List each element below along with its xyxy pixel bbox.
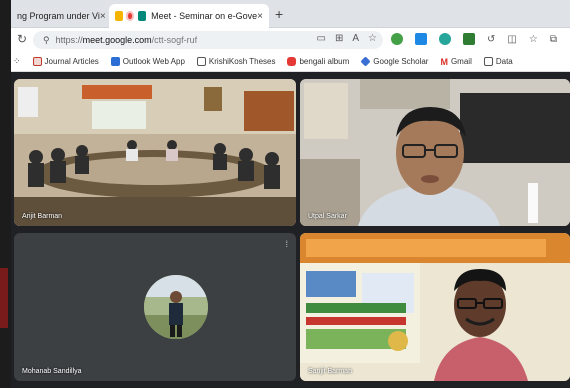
- url-path: /ctt-sogf-ruf: [151, 35, 198, 45]
- participant-name: Mohanab Sandillya: [22, 368, 82, 375]
- url-scheme: https://: [55, 35, 83, 45]
- collections-icon[interactable]: ⧉: [550, 34, 557, 45]
- extension-square-icon[interactable]: [463, 33, 475, 45]
- bookmark-label: Google Scholar: [373, 57, 429, 66]
- participant-name: Utpal Sarkar: [308, 213, 347, 220]
- bookmark-bengali-album[interactable]: bengali album: [287, 57, 349, 66]
- tab-title: ng Program under Vi: [17, 11, 100, 21]
- participant-tile[interactable]: Utpal Sarkar: [300, 79, 570, 226]
- apps-icon[interactable]: ⁘: [13, 56, 21, 67]
- bookmark-journal-articles[interactable]: Journal Articles: [32, 57, 99, 66]
- mic-status-icon: ⁞: [285, 239, 288, 249]
- split-screen-icon[interactable]: ◫: [507, 34, 516, 45]
- close-tab-icon[interactable]: ×: [257, 11, 263, 22]
- meet-icon: [138, 11, 147, 21]
- reload-icon[interactable]: ↻: [17, 32, 27, 46]
- bookmark-label: Data: [495, 57, 513, 66]
- participant-tile[interactable]: ⁞ Mohanab Sandillya: [14, 233, 296, 381]
- tab-title: Meet - Seminar on e-Gove: [151, 11, 258, 21]
- screen: { "browser": { "tabs": [ {"title": "ng P…: [0, 0, 570, 388]
- bookmark-label: Gmail: [450, 57, 472, 66]
- sheets-icon: [115, 11, 123, 21]
- favorites-icon[interactable]: ☆: [529, 34, 538, 45]
- bookmark-gmail[interactable]: M Gmail: [440, 57, 471, 67]
- site-info-icon[interactable]: ⚲: [43, 35, 50, 46]
- bookmark-label: KrishiKosh Theses: [208, 57, 276, 66]
- participant-tile[interactable]: Arijit Barman: [14, 79, 296, 226]
- close-tab-icon[interactable]: ×: [100, 11, 106, 22]
- conference-room-video: [14, 79, 296, 226]
- background-window-strip: [0, 0, 11, 388]
- gmail-icon: M: [440, 56, 448, 67]
- tab-bar: ng Program under Vi × Meet - Seminar on …: [11, 0, 570, 28]
- browser-toolbar: ↻ ⚲ https://meet.google.com/ctt-sogf-ruf…: [11, 28, 570, 52]
- extension-blue-icon[interactable]: [415, 33, 427, 45]
- bookmark-google-scholar[interactable]: Google Scholar: [360, 56, 429, 67]
- outlook-icon: [110, 57, 120, 66]
- url-domain: meet.google.com: [82, 35, 152, 45]
- tab-training-program[interactable]: ng Program under Vi ×: [11, 4, 107, 28]
- read-aloud-icon[interactable]: A: [352, 33, 359, 44]
- bookmarks-bar: ⁘ Journal Articles Outlook Web App Krish…: [11, 52, 570, 72]
- bookmark-outlook[interactable]: Outlook Web App: [110, 57, 185, 66]
- favorite-star-icon[interactable]: ☆: [368, 33, 377, 44]
- extension-green-icon[interactable]: [391, 33, 403, 45]
- participant-tile[interactable]: Sanjit Barman: [300, 233, 570, 381]
- document-icon: [196, 57, 206, 66]
- tab-meet-seminar[interactable]: Meet - Seminar on e-Gove ×: [109, 4, 269, 28]
- scholar-icon: [360, 56, 371, 67]
- refresh-icon[interactable]: ↺: [487, 34, 495, 45]
- install-app-icon[interactable]: ⊞: [335, 33, 343, 44]
- folder-icon: [32, 57, 42, 66]
- bookmark-label: bengali album: [299, 57, 350, 66]
- recording-icon: [125, 11, 135, 21]
- document-icon: [483, 57, 493, 66]
- bookmark-krishikosh[interactable]: KrishiKosh Theses: [196, 57, 276, 66]
- participant-name: Arijit Barman: [22, 213, 63, 220]
- extension-teal-icon[interactable]: [439, 33, 451, 45]
- participant-video: [300, 233, 570, 381]
- bookmark-label: Journal Articles: [44, 57, 99, 66]
- meet-video-grid: Arijit Barman Utpal Sarkar ⁞ Mohanab San…: [11, 72, 570, 388]
- participant-name: Sanjit Barman: [308, 368, 352, 375]
- new-tab-button[interactable]: +: [275, 6, 283, 22]
- bookmark-label: Outlook Web App: [122, 57, 185, 66]
- bookmark-data[interactable]: Data: [483, 57, 513, 66]
- address-bar[interactable]: ⚲ https://meet.google.com/ctt-sogf-ruf ▭…: [33, 31, 383, 49]
- camera-icon[interactable]: ▭: [317, 33, 326, 44]
- participant-video: [300, 79, 570, 226]
- avatar: [144, 275, 208, 339]
- youtube-icon: [287, 57, 297, 66]
